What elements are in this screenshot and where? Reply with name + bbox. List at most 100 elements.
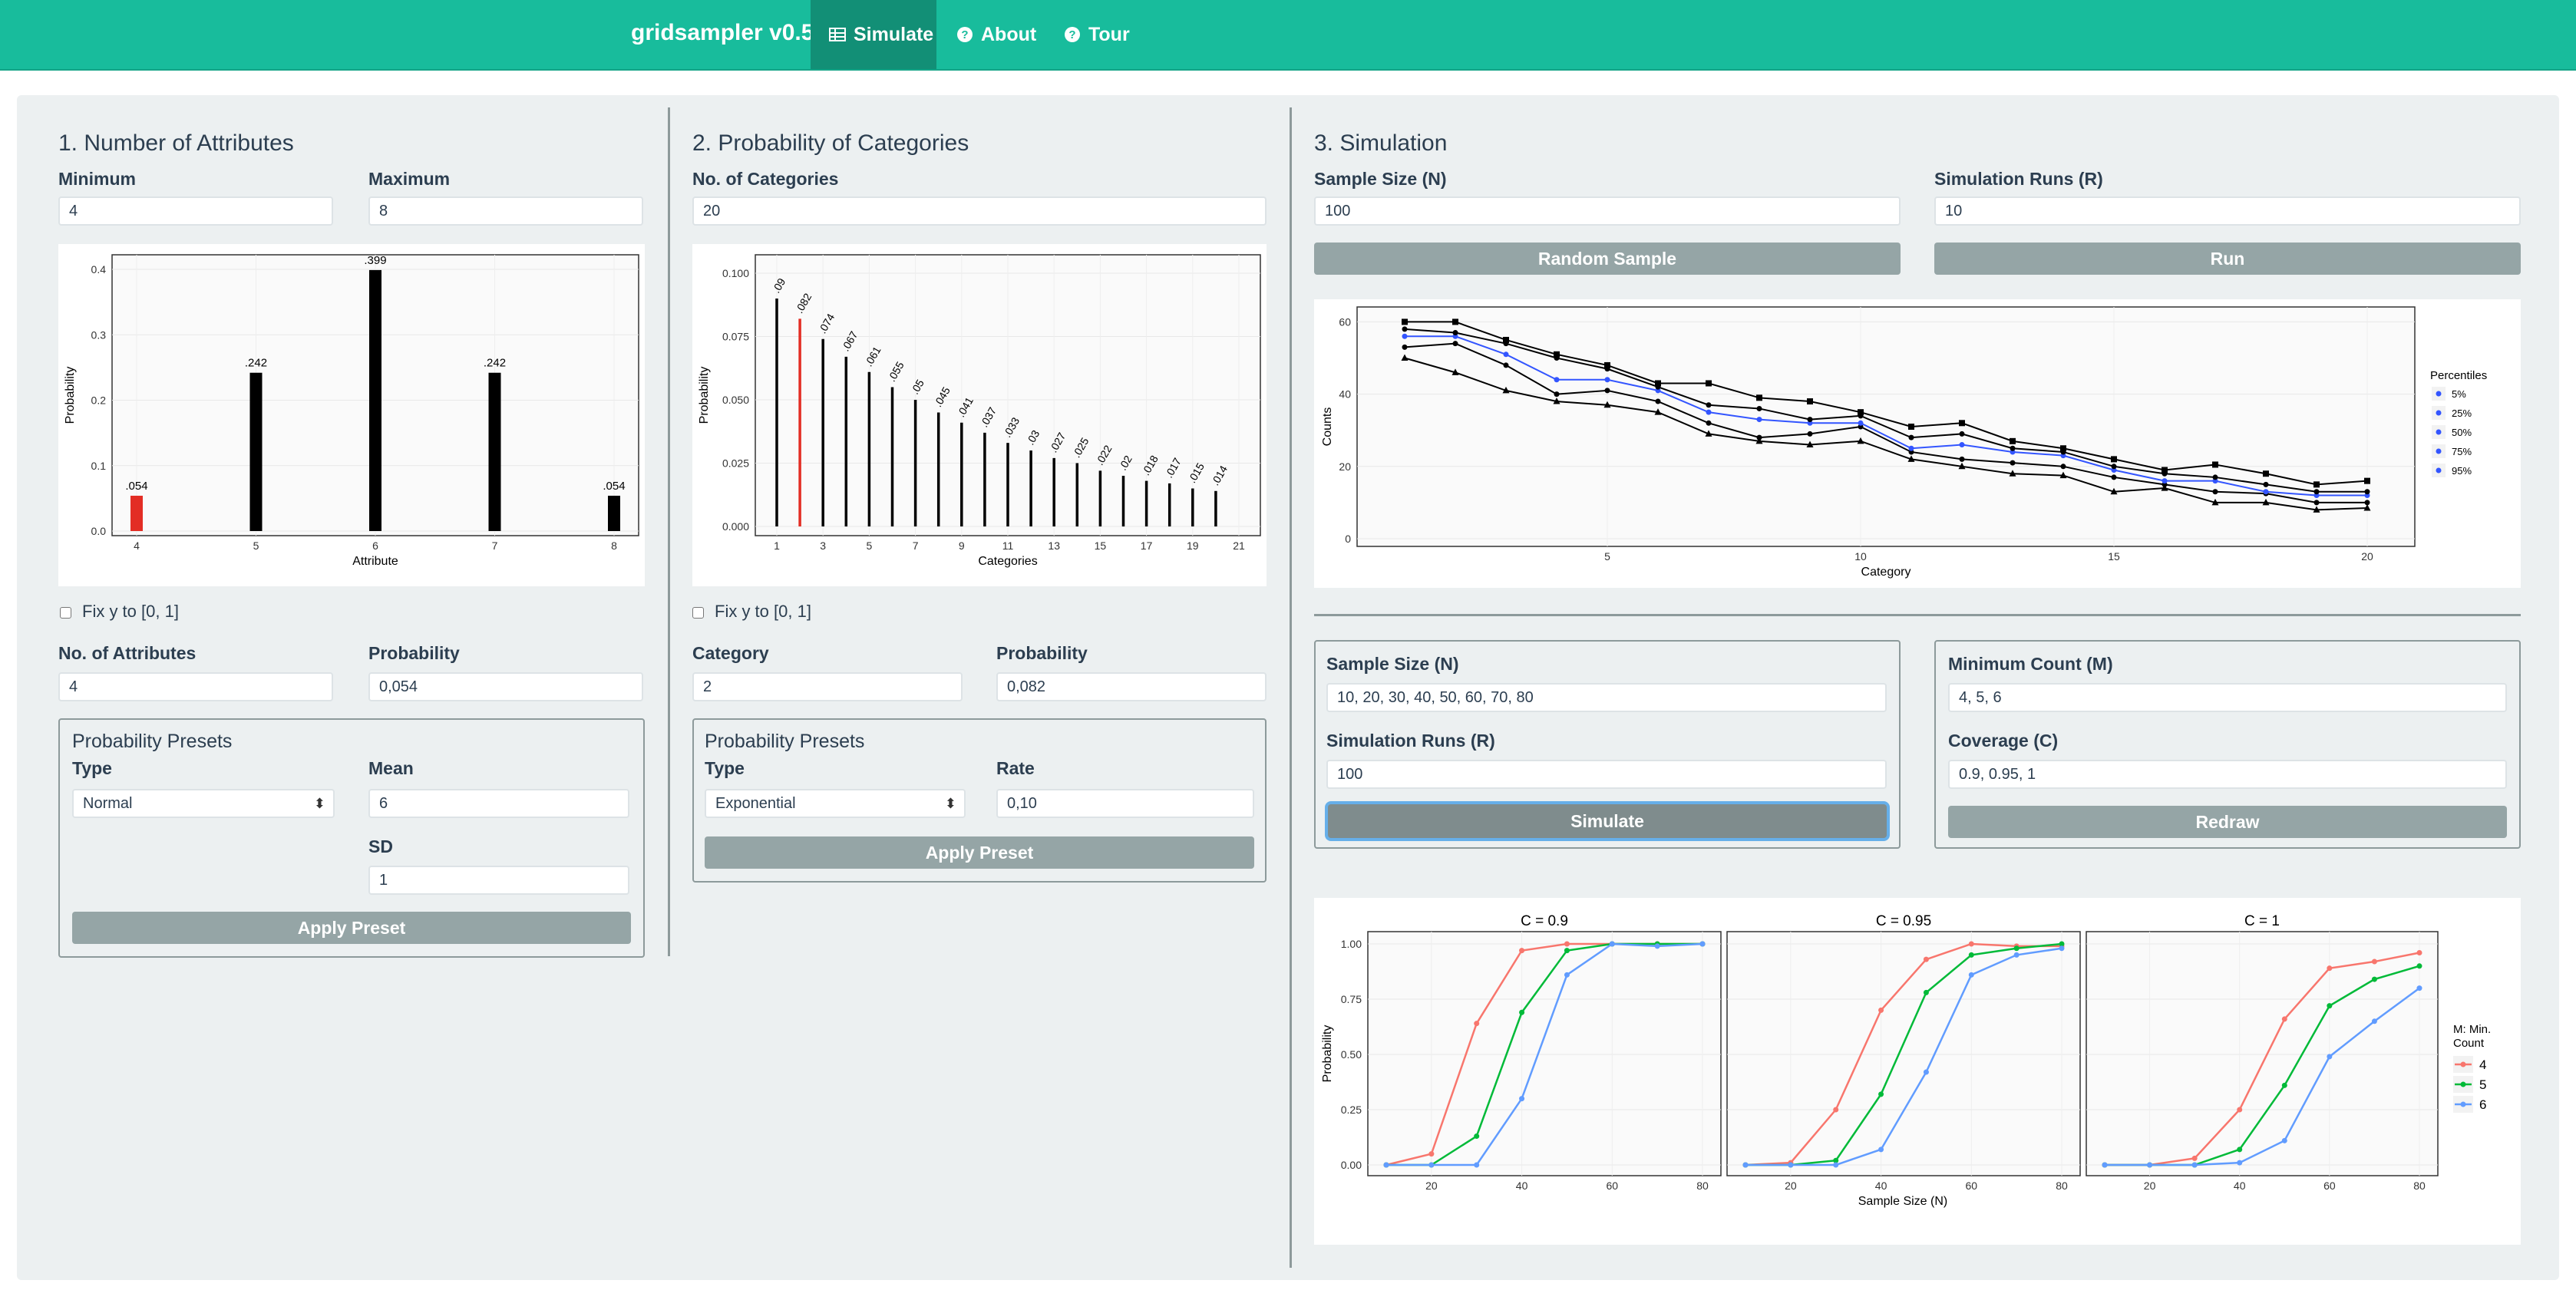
coverage-label: Coverage (C) [1948,731,2059,751]
simulation-heading: 3. Simulation [1314,130,1448,156]
rate-label: Rate [996,758,1035,778]
tab-simulate-label: Simulate [854,24,934,45]
percentiles-chart[interactable]: 0 20 40 60 5 10 15 20 Category Counts Percentiles 5… [1314,299,2521,588]
data-point [1858,420,1864,426]
num-attributes-input[interactable]: 4 [58,672,333,701]
run-button[interactable]: Run [1934,243,2521,275]
data-point [1959,442,1965,448]
data-label: .054 [603,480,625,493]
min-attributes-input[interactable]: 4 [58,196,333,226]
x-tick-label: 80 [2413,1180,2426,1192]
tab-simulate[interactable]: Simulate [811,0,936,69]
simulate-button[interactable]: Simulate [1328,804,1887,838]
data-point [2281,1082,2287,1088]
legend-marker [2460,1101,2466,1107]
data-point [1858,409,1864,416]
fix-y-checkbox-categories[interactable]: Fix y to [0, 1] [692,602,811,622]
sample-size-input[interactable]: 100 [1314,196,1901,226]
data-point [1807,417,1813,423]
grid-sample-size-input[interactable]: 10, 20, 30, 40, 50, 60, 70, 80 [1326,683,1887,712]
grid-sim-runs-label: Simulation Runs (R) [1326,731,1495,751]
x-tick-label: 4 [134,539,140,552]
category-input[interactable]: 2 [692,672,963,701]
data-point [1503,351,1509,358]
data-point [1908,434,1914,440]
y-tick-label: 0.1 [91,460,107,472]
legend-label: 4 [2479,1057,2486,1072]
brand[interactable]: gridsampler v0.5 [631,20,814,46]
data-point [2060,464,2066,470]
random-sample-button[interactable]: Random Sample [1314,243,1901,275]
data-point [1923,956,1929,962]
cat-type-select[interactable]: Exponential ⬍ [705,789,966,818]
data-point [1428,1162,1435,1168]
checkbox-box[interactable] [60,607,71,619]
data-point [1756,417,1762,423]
tab-tour[interactable]: ? Tour [1045,0,1138,69]
mean-input[interactable]: 6 [368,789,629,818]
data-point [1706,409,1712,415]
attributes-chart[interactable]: 0.0 0.1 0.2 0.3 0.4 4 .054 5 .242 6 .399 7 .242 8 .054… [58,244,645,586]
y-tick-label: 0.3 [91,328,107,341]
legend-label: 50% [2452,427,2472,438]
data-point [2313,500,2320,506]
data-point [1756,394,1762,401]
legend-marker [2436,429,2442,435]
redraw-button[interactable]: Redraw [1948,806,2507,838]
x-tick-label: 20 [1785,1180,1797,1192]
data-point [2364,500,2370,506]
data-point [1878,1147,1884,1153]
rate-input[interactable]: 0,10 [996,789,1254,818]
data-point [1604,388,1610,394]
data-label: .054 [125,480,147,493]
grid-sim-runs-input[interactable]: 100 [1326,760,1887,789]
y-tick-label: 20 [1339,460,1351,473]
max-attributes-input[interactable]: 8 [368,196,643,226]
y-tick-label: 0.000 [722,520,749,533]
bar [369,269,381,531]
min-label: Minimum [58,169,136,189]
attr-type-select[interactable]: Normal ⬍ [72,789,335,818]
fix-y-checkbox-attributes[interactable]: Fix y to [0, 1] [60,602,179,622]
coverage-chart[interactable]: C = 0.9 0.00 0.25 0.50 0.75 1.00 20 40 60 80 C = 0… [1314,898,2521,1245]
min-count-input[interactable]: 4, 5, 6 [1948,683,2507,712]
num-categories-input[interactable]: 20 [692,196,1267,226]
checkbox-box[interactable] [692,607,704,619]
data-point [2313,489,2320,495]
cat-probability-input[interactable]: 0,082 [996,672,1267,701]
data-point [1654,943,1660,949]
attr-probability-input[interactable]: 0,054 [368,672,643,701]
x-tick-label: 60 [1606,1180,1618,1192]
cat-presets-title: Probability Presets [705,731,865,752]
data-point [1655,398,1661,404]
data-point [1452,330,1458,336]
y-tick-label: 0.100 [722,267,749,279]
data-point [1609,941,1615,947]
x-tick-label: 40 [1516,1180,1528,1192]
categories-chart[interactable]: 0.000 0.025 0.050 0.075 0.100 1 3 5 7 9 11 13 15 17 19… [692,244,1267,586]
legend-title: Percentiles [2430,369,2487,382]
tab-about[interactable]: ? About [938,0,1045,69]
question-circle-icon: ? [957,27,973,42]
legend-marker [2436,391,2442,397]
category-label: Category [692,643,769,663]
data-point [1452,341,1458,347]
table-icon [829,28,846,41]
coverage-input[interactable]: 0.9, 0.95, 1 [1948,760,2507,789]
x-tick-label: 40 [1875,1180,1887,1192]
plot-panel [1726,931,2081,1176]
sim-runs-input[interactable]: 10 [1934,196,2521,226]
legend-marker [2436,467,2442,473]
x-tick-label: 7 [913,539,919,552]
bar [130,495,143,531]
cat-apply-preset-button[interactable]: Apply Preset [705,836,1254,869]
data-point [1604,377,1610,383]
data-point [1807,398,1813,405]
facet-title: C = 0.9 [1521,913,1568,929]
data-point [2263,481,2269,487]
x-tick-label: 15 [2108,550,2120,563]
x-axis-label: Attribute [352,555,398,568]
attr-apply-preset-button[interactable]: Apply Preset [72,912,631,944]
sd-input[interactable]: 1 [368,866,629,895]
data-point [2237,1147,2243,1153]
